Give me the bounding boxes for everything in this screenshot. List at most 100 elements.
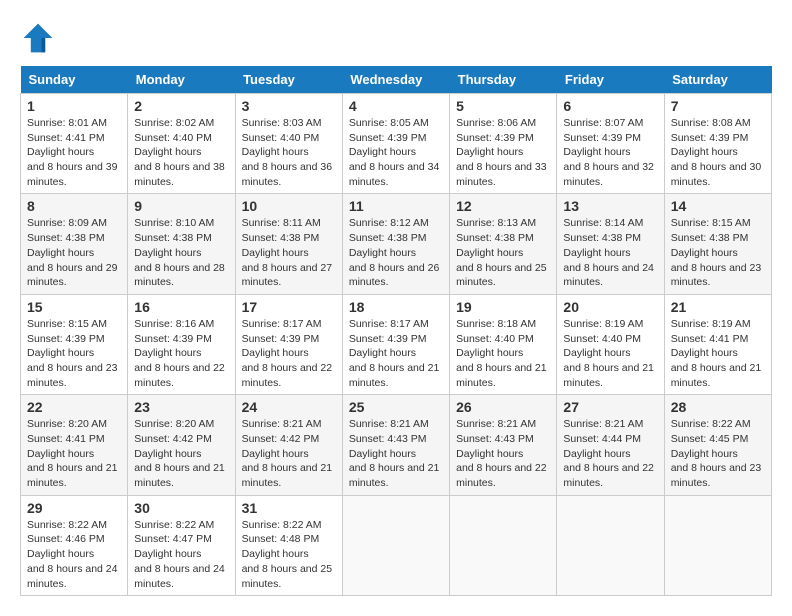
calendar-cell: 6 Sunrise: 8:07 AM Sunset: 4:39 PM Dayli… [557,94,664,194]
calendar-cell: 3 Sunrise: 8:03 AM Sunset: 4:40 PM Dayli… [235,94,342,194]
calendar-header-row: SundayMondayTuesdayWednesdayThursdayFrid… [21,66,772,94]
calendar-cell: 22 Sunrise: 8:20 AM Sunset: 4:41 PM Dayl… [21,395,128,495]
calendar-cell [450,495,557,595]
calendar-cell: 20 Sunrise: 8:19 AM Sunset: 4:40 PM Dayl… [557,294,664,394]
calendar-cell: 1 Sunrise: 8:01 AM Sunset: 4:41 PM Dayli… [21,94,128,194]
day-info: Sunrise: 8:20 AM Sunset: 4:42 PM Dayligh… [134,418,225,489]
day-number: 16 [134,299,228,315]
day-number: 18 [349,299,443,315]
day-info: Sunrise: 8:21 AM Sunset: 4:43 PM Dayligh… [349,418,440,489]
day-info: Sunrise: 8:09 AM Sunset: 4:38 PM Dayligh… [27,217,118,288]
calendar-cell: 29 Sunrise: 8:22 AM Sunset: 4:46 PM Dayl… [21,495,128,595]
calendar-cell: 16 Sunrise: 8:16 AM Sunset: 4:39 PM Dayl… [128,294,235,394]
page-header [20,20,772,56]
day-info: Sunrise: 8:19 AM Sunset: 4:40 PM Dayligh… [563,318,654,389]
weekday-header: Thursday [450,66,557,94]
day-number: 26 [456,399,550,415]
day-info: Sunrise: 8:12 AM Sunset: 4:38 PM Dayligh… [349,217,440,288]
day-number: 14 [671,198,765,214]
calendar-cell [342,495,449,595]
calendar-cell: 8 Sunrise: 8:09 AM Sunset: 4:38 PM Dayli… [21,194,128,294]
day-info: Sunrise: 8:10 AM Sunset: 4:38 PM Dayligh… [134,217,225,288]
day-info: Sunrise: 8:05 AM Sunset: 4:39 PM Dayligh… [349,117,440,188]
day-number: 23 [134,399,228,415]
day-info: Sunrise: 8:08 AM Sunset: 4:39 PM Dayligh… [671,117,762,188]
calendar-cell: 26 Sunrise: 8:21 AM Sunset: 4:43 PM Dayl… [450,395,557,495]
day-info: Sunrise: 8:07 AM Sunset: 4:39 PM Dayligh… [563,117,654,188]
day-number: 17 [242,299,336,315]
calendar-cell: 13 Sunrise: 8:14 AM Sunset: 4:38 PM Dayl… [557,194,664,294]
day-info: Sunrise: 8:17 AM Sunset: 4:39 PM Dayligh… [242,318,333,389]
day-number: 25 [349,399,443,415]
calendar-cell: 10 Sunrise: 8:11 AM Sunset: 4:38 PM Dayl… [235,194,342,294]
day-info: Sunrise: 8:21 AM Sunset: 4:43 PM Dayligh… [456,418,547,489]
day-number: 28 [671,399,765,415]
calendar-cell: 15 Sunrise: 8:15 AM Sunset: 4:39 PM Dayl… [21,294,128,394]
day-number: 27 [563,399,657,415]
day-number: 30 [134,500,228,516]
logo-icon [20,20,56,56]
day-number: 29 [27,500,121,516]
calendar-cell: 19 Sunrise: 8:18 AM Sunset: 4:40 PM Dayl… [450,294,557,394]
day-number: 3 [242,98,336,114]
day-number: 8 [27,198,121,214]
calendar-week-row: 15 Sunrise: 8:15 AM Sunset: 4:39 PM Dayl… [21,294,772,394]
calendar-cell: 12 Sunrise: 8:13 AM Sunset: 4:38 PM Dayl… [450,194,557,294]
day-number: 7 [671,98,765,114]
weekday-header: Friday [557,66,664,94]
day-info: Sunrise: 8:02 AM Sunset: 4:40 PM Dayligh… [134,117,225,188]
day-info: Sunrise: 8:21 AM Sunset: 4:42 PM Dayligh… [242,418,333,489]
weekday-header: Sunday [21,66,128,94]
calendar-cell: 24 Sunrise: 8:21 AM Sunset: 4:42 PM Dayl… [235,395,342,495]
day-number: 5 [456,98,550,114]
calendar-cell: 17 Sunrise: 8:17 AM Sunset: 4:39 PM Dayl… [235,294,342,394]
day-number: 20 [563,299,657,315]
day-info: Sunrise: 8:18 AM Sunset: 4:40 PM Dayligh… [456,318,547,389]
calendar-week-row: 22 Sunrise: 8:20 AM Sunset: 4:41 PM Dayl… [21,395,772,495]
calendar-cell [664,495,771,595]
day-info: Sunrise: 8:22 AM Sunset: 4:45 PM Dayligh… [671,418,762,489]
calendar-cell: 25 Sunrise: 8:21 AM Sunset: 4:43 PM Dayl… [342,395,449,495]
day-info: Sunrise: 8:03 AM Sunset: 4:40 PM Dayligh… [242,117,333,188]
calendar-cell: 9 Sunrise: 8:10 AM Sunset: 4:38 PM Dayli… [128,194,235,294]
day-number: 24 [242,399,336,415]
day-info: Sunrise: 8:14 AM Sunset: 4:38 PM Dayligh… [563,217,654,288]
weekday-header: Monday [128,66,235,94]
day-info: Sunrise: 8:21 AM Sunset: 4:44 PM Dayligh… [563,418,654,489]
day-info: Sunrise: 8:15 AM Sunset: 4:39 PM Dayligh… [27,318,118,389]
calendar-table: SundayMondayTuesdayWednesdayThursdayFrid… [20,66,772,596]
calendar-cell: 31 Sunrise: 8:22 AM Sunset: 4:48 PM Dayl… [235,495,342,595]
day-info: Sunrise: 8:22 AM Sunset: 4:48 PM Dayligh… [242,519,333,590]
day-number: 10 [242,198,336,214]
day-info: Sunrise: 8:15 AM Sunset: 4:38 PM Dayligh… [671,217,762,288]
calendar-cell: 11 Sunrise: 8:12 AM Sunset: 4:38 PM Dayl… [342,194,449,294]
calendar-cell: 23 Sunrise: 8:20 AM Sunset: 4:42 PM Dayl… [128,395,235,495]
day-number: 9 [134,198,228,214]
calendar-cell: 14 Sunrise: 8:15 AM Sunset: 4:38 PM Dayl… [664,194,771,294]
day-number: 15 [27,299,121,315]
day-number: 1 [27,98,121,114]
day-info: Sunrise: 8:13 AM Sunset: 4:38 PM Dayligh… [456,217,547,288]
day-number: 2 [134,98,228,114]
calendar-week-row: 29 Sunrise: 8:22 AM Sunset: 4:46 PM Dayl… [21,495,772,595]
day-info: Sunrise: 8:16 AM Sunset: 4:39 PM Dayligh… [134,318,225,389]
day-number: 22 [27,399,121,415]
day-number: 4 [349,98,443,114]
calendar-cell: 30 Sunrise: 8:22 AM Sunset: 4:47 PM Dayl… [128,495,235,595]
day-number: 11 [349,198,443,214]
day-number: 13 [563,198,657,214]
day-info: Sunrise: 8:11 AM Sunset: 4:38 PM Dayligh… [242,217,333,288]
calendar-cell: 4 Sunrise: 8:05 AM Sunset: 4:39 PM Dayli… [342,94,449,194]
weekday-header: Wednesday [342,66,449,94]
calendar-cell: 18 Sunrise: 8:17 AM Sunset: 4:39 PM Dayl… [342,294,449,394]
weekday-header: Saturday [664,66,771,94]
day-info: Sunrise: 8:06 AM Sunset: 4:39 PM Dayligh… [456,117,547,188]
calendar-cell: 7 Sunrise: 8:08 AM Sunset: 4:39 PM Dayli… [664,94,771,194]
calendar-cell: 27 Sunrise: 8:21 AM Sunset: 4:44 PM Dayl… [557,395,664,495]
day-info: Sunrise: 8:19 AM Sunset: 4:41 PM Dayligh… [671,318,762,389]
day-number: 6 [563,98,657,114]
calendar-cell: 21 Sunrise: 8:19 AM Sunset: 4:41 PM Dayl… [664,294,771,394]
logo [20,20,62,56]
day-info: Sunrise: 8:01 AM Sunset: 4:41 PM Dayligh… [27,117,118,188]
day-info: Sunrise: 8:22 AM Sunset: 4:46 PM Dayligh… [27,519,118,590]
